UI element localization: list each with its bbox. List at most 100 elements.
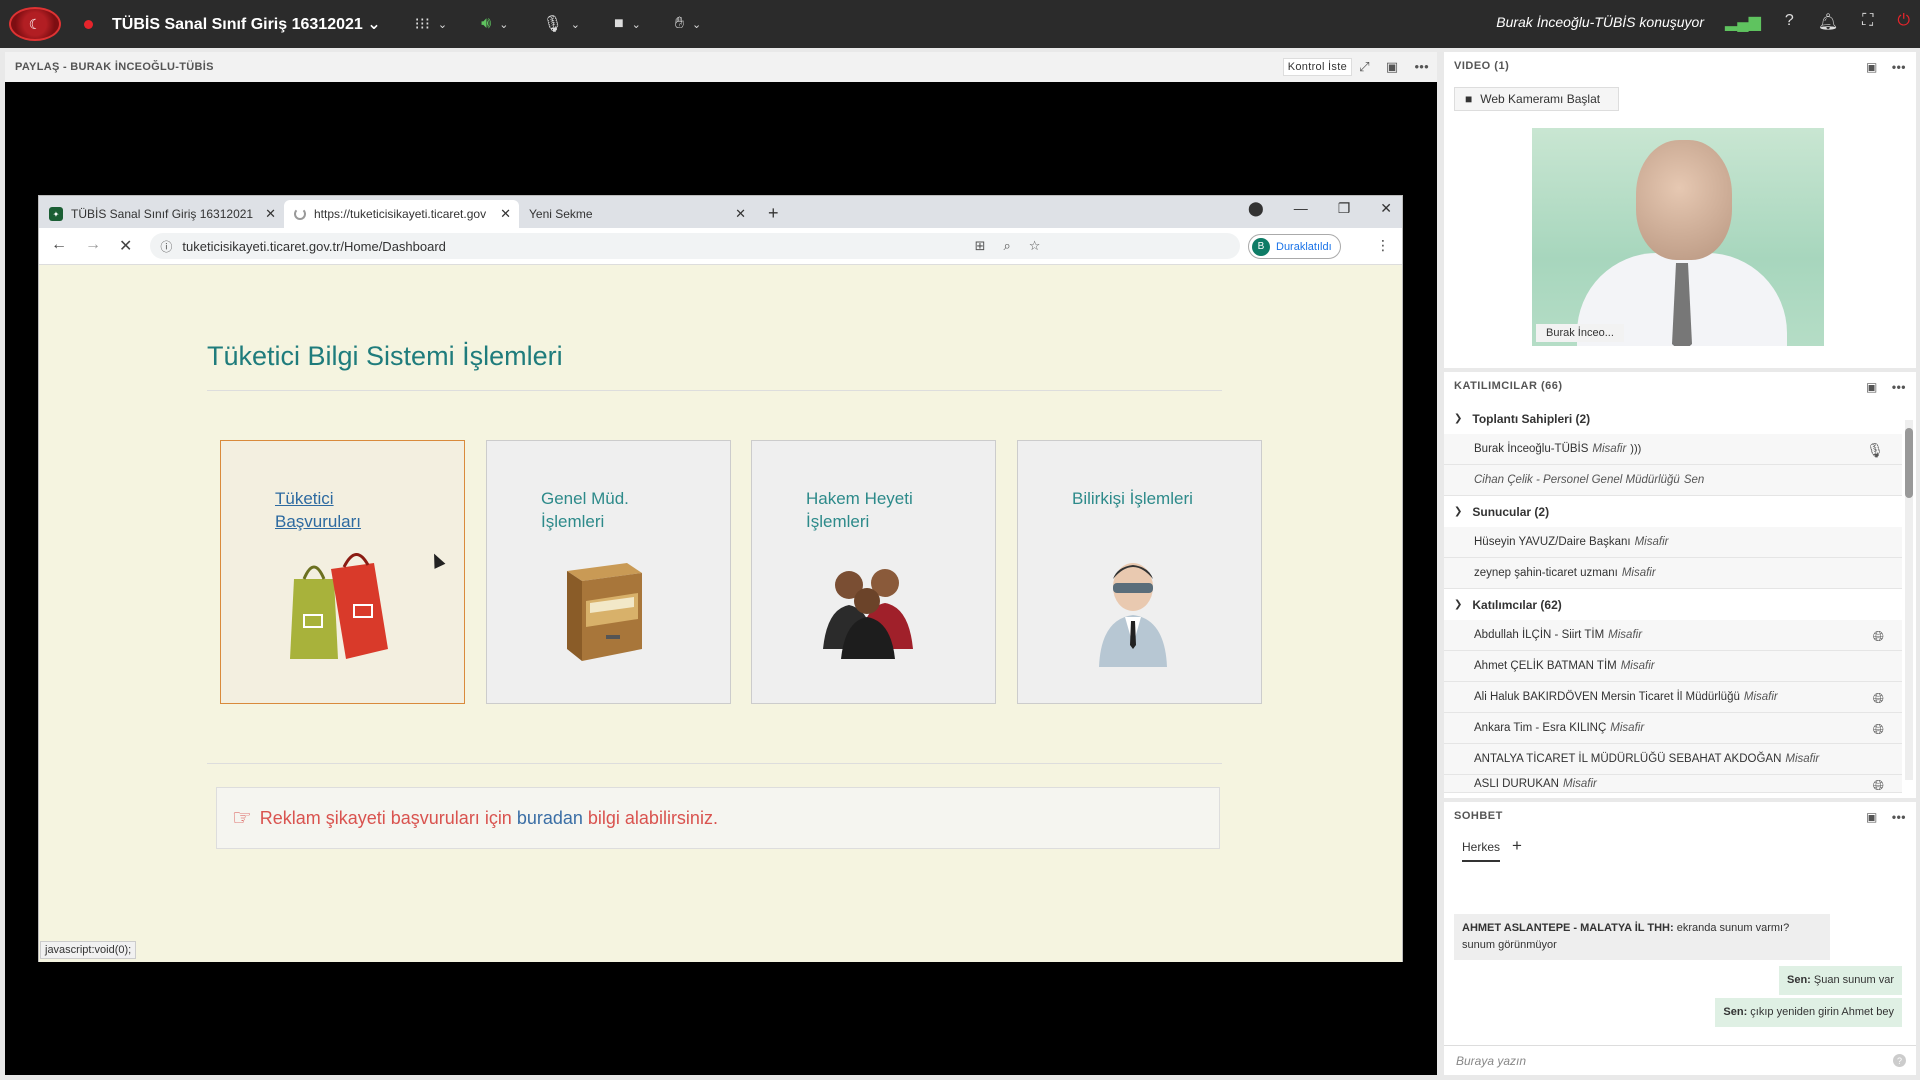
card-general-directorate[interactable]: Genel Müd. İşlemleri	[486, 440, 731, 704]
stop-loading-icon[interactable]: ✕	[119, 236, 132, 256]
notification-bell-icon[interactable]: 🔔︎	[1818, 12, 1838, 32]
share-pod-title: PAYLAŞ - BURAK İNCEOĞLU-TÜBİS	[15, 61, 214, 73]
group-hosts[interactable]: ❯ Toplantı Sahipleri (2)	[1444, 403, 1902, 434]
profile-avatar: B	[1252, 237, 1270, 256]
globe-icon: 🌐︎	[1872, 628, 1884, 644]
close-tab-icon[interactable]: ✕	[500, 206, 511, 222]
restore-icon[interactable]: ❐	[1338, 200, 1351, 217]
participant-name: Ankara Tim - Esra KILINÇ	[1474, 722, 1607, 734]
share-pod-header: PAYLAŞ - BURAK İNCEOĞLU-TÜBİS Kontrol İs…	[5, 52, 1437, 82]
chat-sender: Sen:	[1786, 974, 1811, 986]
list-item[interactable]: Cihan Çelik - Personel Genel Müdürlüğü Se…	[1444, 465, 1902, 496]
tab-search-icon[interactable]: ⬤	[1248, 200, 1264, 217]
forward-arrow-icon[interactable]: →	[85, 236, 101, 256]
request-control-button[interactable]: Kontrol İste	[1282, 58, 1352, 76]
help-icon[interactable]: ?	[1893, 1054, 1906, 1067]
close-tab-icon[interactable]: ✕	[735, 206, 746, 222]
url-field[interactable]: ⓘ tuketicisikayeti.ticaret.gov.tr/Home/D…	[150, 233, 1241, 259]
qr-code-icon[interactable]: ⊞	[975, 238, 986, 254]
chat-input[interactable]: Buraya yazın?	[1444, 1045, 1916, 1075]
participant-name: ASLI DURUKAN	[1474, 778, 1559, 790]
browser-menu-icon[interactable]: ⋮	[1376, 237, 1390, 254]
more-options-icon[interactable]: •••	[1414, 59, 1429, 75]
card-label[interactable]: Hakem Heyeti İşlemleri	[806, 487, 913, 533]
list-item[interactable]: Burak İnceoğlu-TÜBİS Misafir))) 🎙︎	[1444, 434, 1902, 465]
list-item[interactable]: ASLI DURUKAN Misafir 🌐︎	[1444, 775, 1902, 793]
more-options-icon[interactable]: •••	[1892, 60, 1906, 74]
more-options-icon[interactable]: •••	[1892, 380, 1906, 394]
participants-scrollbar[interactable]	[1905, 420, 1913, 780]
url-text: tuketicisikayeti.ticaret.gov.tr/Home/Das…	[182, 238, 446, 254]
maximize-pod-icon[interactable]: ▣	[1866, 380, 1878, 394]
leave-meeting-icon[interactable]: ⏻	[1897, 12, 1910, 32]
file-cabinet-icon	[567, 563, 642, 661]
close-tab-icon[interactable]: ✕	[265, 206, 276, 222]
list-item[interactable]: ANTALYA TİCARET İL MÜDÜRLÜĞÜ SEBAHAT AKD…	[1444, 744, 1902, 775]
divider	[207, 763, 1222, 764]
more-options-icon[interactable]: •••	[1892, 810, 1906, 824]
chevron-down-icon: ⌄	[631, 18, 641, 31]
chat-sender: Sen:	[1723, 1006, 1748, 1018]
new-tab-icon[interactable]: +	[768, 203, 779, 224]
card-label-line: Bilirkişi İşlemleri	[1072, 489, 1193, 508]
meeting-toolbar: ☾ TÜBİS Sanal Sınıf Giriş 16312021 ⌄ ⁝⁝⁝…	[0, 0, 1920, 48]
browser-tab-tubis[interactable]: ✦ TÜBİS Sanal Sınıf Giriş 16312021 ✕	[39, 200, 284, 228]
list-item[interactable]: zeynep şahin-ticaret uzmanı Misafir	[1444, 558, 1902, 589]
connection-signal-icon[interactable]: ▂▄▆	[1725, 12, 1761, 32]
speaker-button[interactable]: 🔊︎ ⌄	[481, 15, 508, 33]
participant-name: Cihan Çelik - Personel Genel Müdürlüğü	[1474, 474, 1680, 486]
meeting-title[interactable]: TÜBİS Sanal Sınıf Giriş 16312021 ⌄	[112, 14, 381, 34]
start-webcam-button[interactable]: ■ Web Kameramı Başlat	[1454, 87, 1620, 111]
card-expert-witness[interactable]: Bilirkişi İşlemleri	[1017, 440, 1262, 704]
maximize-pod-icon[interactable]: ▣	[1866, 60, 1878, 74]
paused-label: Duraklatıldı	[1276, 240, 1332, 253]
card-consumer-applications[interactable]: Tüketici Başvuruları	[220, 440, 465, 704]
participant-role: Misafir	[1785, 753, 1820, 765]
browser-tab-dashboard[interactable]: https://tuketicisikayeti.ticaret.gov ✕	[284, 200, 519, 228]
site-info-icon[interactable]: ⓘ	[160, 238, 172, 255]
notice-text: Reklam şikayeti başvuruları için	[259, 807, 512, 828]
participants-list: ❯ Toplantı Sahipleri (2) Burak İnceoğlu-T…	[1444, 403, 1902, 793]
zoom-icon[interactable]: ⌕	[1003, 238, 1010, 254]
back-arrow-icon[interactable]: ←	[51, 236, 67, 256]
apps-menu-button[interactable]: ⁝⁝⁝ ⌄	[415, 14, 447, 34]
raise-hand-button[interactable]: ✋︎ ⌄	[675, 15, 701, 33]
minimize-icon[interactable]: —	[1294, 200, 1308, 217]
list-item[interactable]: Abdullah İLÇİN - Siirt TİM Misafir 🌐︎	[1444, 620, 1902, 651]
fit-to-screen-icon[interactable]: ⤢	[1359, 59, 1370, 75]
notice-link[interactable]: buradan	[517, 808, 583, 829]
card-label[interactable]: Genel Müd. İşlemleri	[541, 487, 629, 533]
maximize-pod-icon[interactable]: ▣	[1866, 810, 1878, 824]
list-item[interactable]: Hüseyin YAVUZ/Daire Başkanı Misafir	[1444, 527, 1902, 558]
card-label-line: Genel Müd.	[541, 489, 629, 508]
tab-label: https://tuketicisikayeti.ticaret.gov	[314, 207, 487, 221]
camera-button[interactable]: ■ ⌄	[614, 15, 641, 33]
card-label[interactable]: Bilirkişi İşlemleri	[1072, 487, 1193, 510]
chat-tab-everyone[interactable]: Herkes	[1462, 840, 1501, 862]
card-label-line: Tüketici	[275, 489, 334, 508]
webcam-video-feed[interactable]: Burak İnceo...	[1532, 128, 1824, 346]
profile-paused-button[interactable]: B Duraklatıldı	[1248, 234, 1341, 259]
group-presenters[interactable]: ❯ Sunucular (2)	[1444, 496, 1902, 527]
card-label[interactable]: Tüketici Başvuruları	[275, 487, 361, 533]
help-icon[interactable]: ?	[1785, 12, 1794, 32]
browser-tab-new[interactable]: Yeni Sekme ✕	[519, 200, 754, 228]
participant-name: ANTALYA TİCARET İL MÜDÜRLÜĞÜ SEBAHAT AKD…	[1474, 753, 1782, 765]
grid-icon: ⁝⁝⁝	[414, 16, 430, 33]
microphone-button[interactable]: 🎙︎ ⌄	[542, 14, 580, 34]
list-item[interactable]: Ankara Tim - Esra KILINÇ Misafir 🌐︎	[1444, 713, 1902, 744]
participant-role: Misafir	[1620, 660, 1655, 672]
add-chat-tab-icon[interactable]: +	[1512, 836, 1522, 856]
chevron-down-icon: ⌄	[691, 18, 702, 31]
list-item[interactable]: Ahmet ÇELİK BATMAN TİM Misafir	[1444, 651, 1902, 682]
list-item[interactable]: Ali Haluk BAKIRDÖVEN Mersin Ticaret İl M…	[1444, 682, 1902, 713]
card-arbitration-committee[interactable]: Hakem Heyeti İşlemleri	[751, 440, 996, 704]
scrollbar-thumb[interactable]	[1905, 428, 1913, 498]
bookmark-star-icon[interactable]: ☆	[1029, 238, 1041, 254]
video-pod-title: VIDEO (1)	[1454, 60, 1510, 72]
maximize-pod-icon[interactable]: ▣	[1386, 59, 1399, 75]
close-window-icon[interactable]: ✕	[1380, 200, 1392, 217]
group-title: Katılımcılar (62)	[1472, 597, 1562, 612]
group-participants[interactable]: ❯ Katılımcılar (62)	[1444, 589, 1902, 620]
fullscreen-icon[interactable]: ⛶	[1862, 12, 1873, 32]
